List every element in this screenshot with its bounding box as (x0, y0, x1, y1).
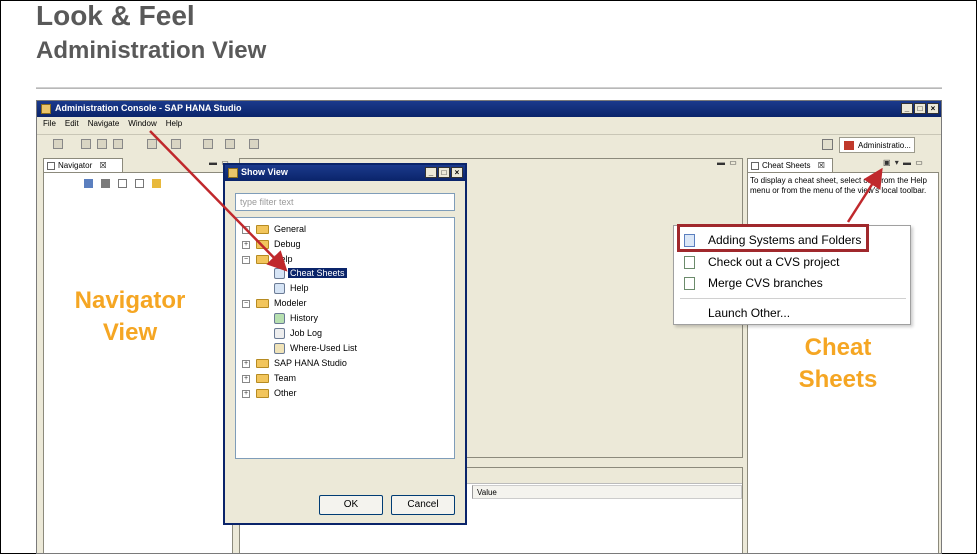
arrow-window-to-cheat-sheets (149, 130, 288, 272)
annotation-arrows (149, 130, 883, 272)
arrow-menu-to-toolbar (846, 167, 883, 223)
